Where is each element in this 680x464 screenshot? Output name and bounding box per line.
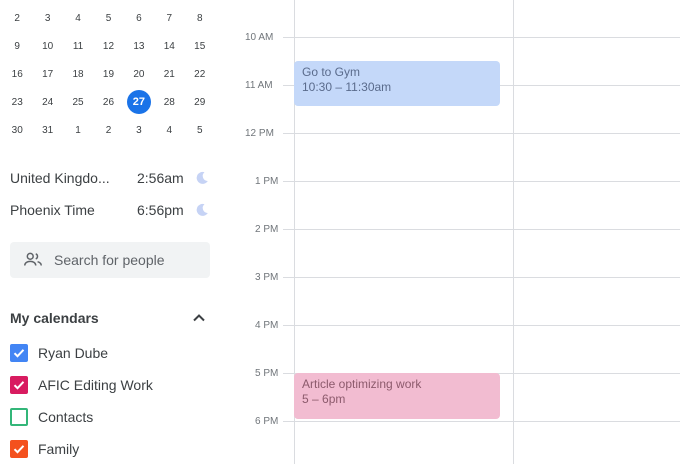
hour-line: [294, 277, 680, 278]
mini-calendar-day[interactable]: 8: [185, 4, 215, 32]
mini-calendar-day[interactable]: 13: [124, 32, 154, 60]
mini-calendar-day[interactable]: 28: [154, 88, 184, 116]
mini-calendar-day[interactable]: 23: [2, 88, 32, 116]
timezone-row-uk: United Kingdo... 2:56am: [10, 167, 210, 189]
mini-calendar-week: 16 17 18 19 20 21 22: [2, 60, 215, 88]
timezone-name: United Kingdo...: [10, 170, 110, 186]
checkbox-checked[interactable]: [10, 344, 28, 362]
mini-calendar-day[interactable]: 2: [93, 116, 123, 144]
mini-calendar-day[interactable]: 29: [185, 88, 215, 116]
mini-calendar-week: 30 31 1 2 3 4 5: [2, 116, 215, 144]
my-calendars-title: My calendars: [10, 310, 99, 326]
hour-line: [294, 229, 680, 230]
mini-calendar-day[interactable]: 19: [93, 60, 123, 88]
hour-tick: [283, 373, 294, 374]
my-calendars-header[interactable]: My calendars: [10, 306, 210, 330]
mini-calendar-day[interactable]: 31: [32, 116, 62, 144]
check-icon: [13, 349, 25, 358]
hour-line: [294, 37, 680, 38]
checkbox-checked[interactable]: [10, 376, 28, 394]
mini-calendar-day[interactable]: 3: [124, 116, 154, 144]
grid-divider: [513, 0, 514, 464]
calendar-item-contacts[interactable]: Contacts: [10, 406, 93, 428]
calendar-label: Family: [38, 441, 80, 457]
timezone-time: 2:56am: [137, 170, 184, 186]
mini-calendar-day[interactable]: 15: [185, 32, 215, 60]
calendar-label: Contacts: [38, 409, 94, 425]
calendar-item-family[interactable]: Family: [10, 438, 79, 460]
mini-calendar-day[interactable]: 24: [32, 88, 62, 116]
mini-calendar-day[interactable]: 3: [32, 4, 62, 32]
mini-calendar-day[interactable]: 20: [124, 60, 154, 88]
mini-calendar-day[interactable]: 5: [185, 116, 215, 144]
moon-icon: [196, 171, 208, 184]
sidebar: 2 3 4 5 6 7 8 9 10 11 12 13 14 15 16 17 …: [0, 0, 225, 464]
event-title: Article optimizing work: [302, 377, 422, 391]
event-time: 10:30 – 11:30am: [302, 80, 392, 94]
hour-tick: [283, 181, 294, 182]
mini-calendar-day[interactable]: 11: [63, 32, 93, 60]
check-icon: [13, 445, 25, 454]
timezone-row-phoenix: Phoenix Time 6:56pm: [10, 199, 210, 221]
hour-tick: [283, 229, 294, 230]
timezone-name: Phoenix Time: [10, 202, 95, 218]
calendar-item-ryan-dube[interactable]: Ryan Dube: [10, 342, 108, 364]
hour-tick: [283, 85, 294, 86]
mini-calendar-day[interactable]: 22: [185, 60, 215, 88]
hour-tick: [283, 421, 294, 422]
timezone-time: 6:56pm: [137, 202, 184, 218]
moon-icon: [196, 203, 208, 216]
mini-calendar-day[interactable]: 7: [154, 4, 184, 32]
event-article-optimizing-work[interactable]: Article optimizing work 5 – 6pm: [294, 373, 500, 419]
calendar-label: Ryan Dube: [38, 345, 109, 361]
mini-calendar-week: 23 24 25 26 27 28 29: [2, 88, 215, 116]
mini-calendar-day[interactable]: 14: [154, 32, 184, 60]
mini-calendar-day[interactable]: 17: [32, 60, 62, 88]
mini-calendar-day[interactable]: 16: [2, 60, 32, 88]
mini-calendar-day[interactable]: 9: [2, 32, 32, 60]
mini-calendar-day[interactable]: 5: [93, 4, 123, 32]
mini-calendar-day[interactable]: 25: [63, 88, 93, 116]
hour-tick: [283, 133, 294, 134]
calendar-label: AFIC Editing Work: [38, 377, 153, 393]
mini-calendar-day[interactable]: 18: [63, 60, 93, 88]
hour-tick: [283, 37, 294, 38]
mini-calendar-day[interactable]: 2: [2, 4, 32, 32]
search-placeholder: Search for people: [54, 252, 165, 268]
hour-tick: [283, 325, 294, 326]
mini-calendar-day[interactable]: 21: [154, 60, 184, 88]
mini-calendar-day[interactable]: 12: [93, 32, 123, 60]
search-people-input[interactable]: Search for people: [10, 242, 210, 278]
calendar-item-afic-editing-work[interactable]: AFIC Editing Work: [10, 374, 153, 396]
hour-tick: [283, 277, 294, 278]
checkbox-unchecked[interactable]: [10, 408, 28, 426]
hour-line: [294, 181, 680, 182]
mini-calendar-day[interactable]: 30: [2, 116, 32, 144]
mini-calendar-week: 9 10 11 12 13 14 15: [2, 32, 215, 60]
hour-line: [294, 325, 680, 326]
mini-calendar-day[interactable]: 10: [32, 32, 62, 60]
people-icon: [24, 252, 42, 266]
mini-calendar-day[interactable]: 1: [63, 116, 93, 144]
mini-calendar-day[interactable]: 26: [93, 88, 123, 116]
chevron-up-icon[interactable]: [190, 309, 208, 327]
mini-calendar: 2 3 4 5 6 7 8 9 10 11 12 13 14 15 16 17 …: [2, 4, 215, 144]
event-go-to-gym[interactable]: Go to Gym 10:30 – 11:30am: [294, 61, 500, 106]
mini-calendar-day[interactable]: 4: [63, 4, 93, 32]
mini-calendar-day[interactable]: 6: [124, 4, 154, 32]
hour-line: [294, 421, 680, 422]
mini-calendar-week: 2 3 4 5 6 7 8: [2, 4, 215, 32]
event-time: 5 – 6pm: [302, 392, 346, 406]
checkbox-checked[interactable]: [10, 440, 28, 458]
mini-calendar-day[interactable]: 4: [154, 116, 184, 144]
hour-line: [294, 133, 680, 134]
mini-calendar-today[interactable]: 27: [124, 88, 154, 116]
check-icon: [13, 381, 25, 390]
event-title: Go to Gym: [302, 65, 361, 79]
